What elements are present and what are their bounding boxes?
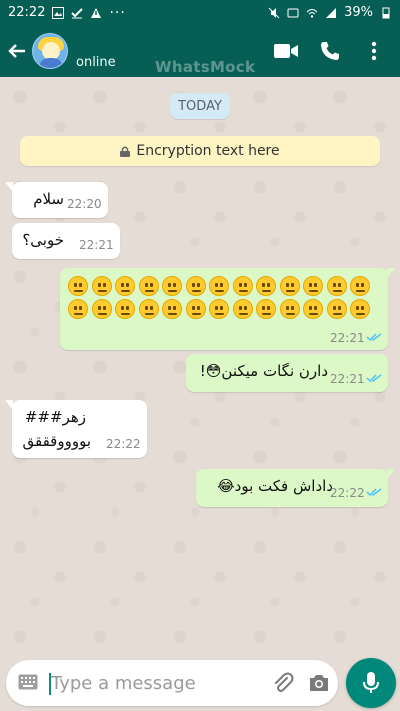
neutral-face-emoji xyxy=(68,276,88,296)
wifi-icon xyxy=(306,8,318,18)
neutral-face-emoji xyxy=(115,276,135,296)
contact-info[interactable]: online xyxy=(76,25,116,77)
message-composer xyxy=(6,660,338,706)
message-text: زهر### xyxy=(24,408,86,426)
message-time: 22:22 xyxy=(330,486,365,500)
neutral-face-emoji xyxy=(303,276,323,296)
neutral-face-emoji xyxy=(138,299,159,319)
neutral-face-emoji xyxy=(256,276,276,296)
warning-icon xyxy=(91,7,102,18)
message-time: 22:21 xyxy=(330,372,365,386)
read-ticks-icon xyxy=(366,333,382,342)
attach-icon[interactable] xyxy=(272,672,294,694)
avatar[interactable] xyxy=(32,33,68,69)
voice-call-icon[interactable] xyxy=(318,39,342,63)
neutral-face-emoji xyxy=(185,299,206,319)
video-call-icon[interactable] xyxy=(274,39,298,63)
chat-area[interactable]: TODAY Encryption text here سلام 22:20 خو… xyxy=(0,77,400,657)
message-text: دارن نگات میکنن😳! xyxy=(199,362,328,380)
status-bar: 22:22 ··· 39% xyxy=(0,0,400,25)
more-notifications-indicator: ··· xyxy=(109,4,126,21)
neutral-face-emoji xyxy=(326,276,347,296)
neutral-face-emoji xyxy=(303,299,323,319)
neutral-face-emoji xyxy=(350,299,370,319)
signal-icon xyxy=(326,7,337,18)
check-icon xyxy=(71,7,84,18)
keyboard-icon[interactable] xyxy=(18,674,38,690)
neutral-face-emoji xyxy=(279,299,300,319)
neutral-face-emoji xyxy=(91,276,112,296)
neutral-face-emoji xyxy=(279,276,300,296)
message-time: 22:20 xyxy=(67,197,102,211)
neutral-face-emoji xyxy=(68,299,88,319)
message-text: خوبی؟ xyxy=(22,231,64,249)
read-ticks-icon xyxy=(366,488,382,497)
message-time: 22:21 xyxy=(330,331,365,345)
neutral-face-emoji xyxy=(138,276,159,296)
back-arrow-icon[interactable] xyxy=(6,40,28,62)
message-time: 22:22 xyxy=(106,437,141,451)
mute-icon xyxy=(268,7,280,18)
more-vert-icon[interactable] xyxy=(362,39,386,63)
neutral-face-emoji xyxy=(256,299,276,319)
neutral-face-emoji xyxy=(162,299,182,319)
contact-name xyxy=(76,33,116,53)
message-text: سلام xyxy=(33,190,64,208)
read-ticks-icon xyxy=(366,374,382,383)
neutral-face-emoji xyxy=(232,276,253,296)
neutral-face-emoji xyxy=(91,299,112,319)
message-incoming[interactable]: زهر### بووووقققق 22:22 xyxy=(5,400,147,458)
neutral-face-emoji xyxy=(209,276,229,296)
neutral-face-emoji xyxy=(326,299,347,319)
encryption-text: Encryption text here xyxy=(136,143,280,159)
message-text-line2: بووووقققق xyxy=(22,432,91,450)
message-time: 22:21 xyxy=(79,238,114,252)
contact-status: online xyxy=(76,54,116,70)
neutral-face-emoji xyxy=(162,276,182,296)
neutral-face-emoji xyxy=(185,276,206,296)
gallery-icon xyxy=(52,6,65,19)
message-incoming[interactable]: خوبی؟ 22:21 xyxy=(12,223,120,259)
neutral-face-emoji xyxy=(115,299,135,319)
lock-icon xyxy=(120,146,131,157)
date-chip: TODAY xyxy=(170,93,230,119)
watermark: WhatsMock xyxy=(155,58,256,76)
chat-header: online WhatsMock xyxy=(0,25,400,77)
message-text: داداش فکت بود😂 xyxy=(217,477,333,495)
battery-level: 39% xyxy=(344,5,373,20)
message-input[interactable] xyxy=(51,668,261,698)
neutral-face-emoji xyxy=(209,299,229,319)
message-outgoing[interactable]: دارن نگات میکنن😳! 22:21 xyxy=(186,354,388,392)
battery-icon xyxy=(382,7,390,18)
mic-icon xyxy=(363,672,379,693)
encryption-notice[interactable]: Encryption text here xyxy=(20,136,380,166)
message-outgoing[interactable]: 22:21 xyxy=(60,268,395,350)
message-incoming[interactable]: سلام 22:20 xyxy=(5,182,108,218)
status-time: 22:22 xyxy=(8,5,46,20)
volte-icon xyxy=(287,8,299,17)
camera-icon[interactable] xyxy=(308,672,330,694)
neutral-face-emoji xyxy=(350,276,370,296)
neutral-face-emoji xyxy=(232,299,253,319)
message-outgoing[interactable]: داداش فکت بود😂 22:22 xyxy=(196,469,395,507)
mic-button[interactable] xyxy=(346,658,396,708)
